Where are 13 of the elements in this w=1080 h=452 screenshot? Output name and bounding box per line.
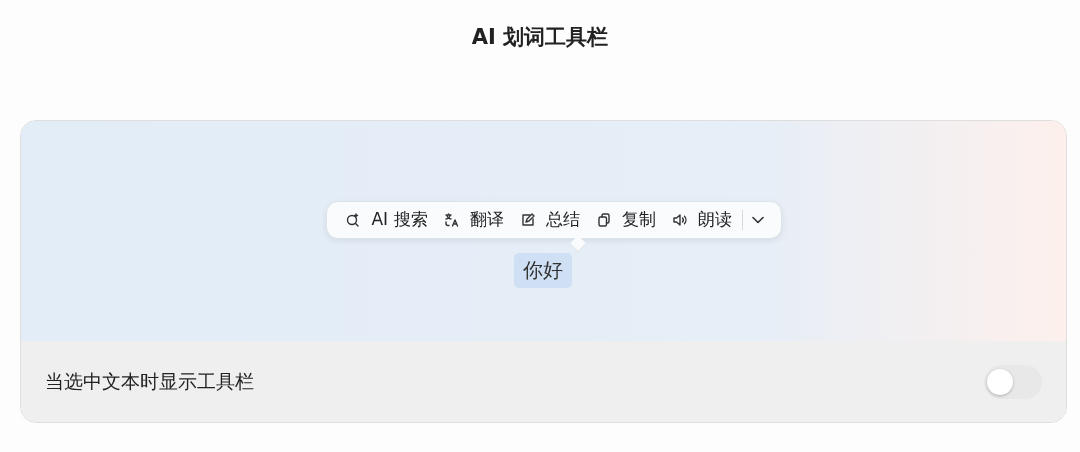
copy-icon: [595, 212, 612, 228]
page-title: AI 划词工具栏: [471, 24, 609, 51]
toolbar-button[interactable]: 朗读: [663, 205, 740, 235]
setting-label: 当选中文本时显示工具栏: [44, 369, 254, 395]
edit-icon: [519, 212, 536, 228]
toolbar-button[interactable]: 总结: [511, 205, 588, 235]
toolbar-button[interactable]: 翻译: [435, 205, 512, 235]
speaker-icon: [671, 212, 688, 228]
translate-icon: [443, 212, 460, 228]
selected-text: 你好: [514, 253, 572, 288]
toggle-switch[interactable]: [983, 364, 1042, 399]
toolbar-button[interactable]: 复制: [587, 205, 664, 235]
toolbar-button[interactable]: AI 搜索: [337, 205, 436, 235]
